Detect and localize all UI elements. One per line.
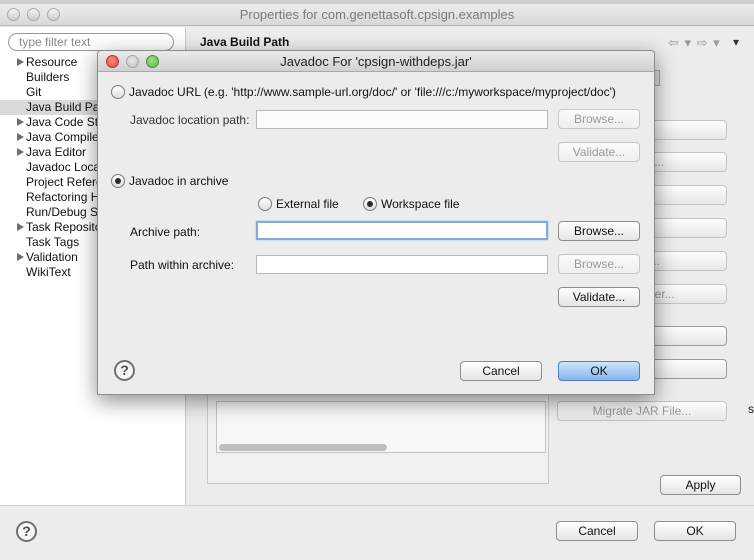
external-file-option[interactable]: External file [258,197,339,211]
tree-item-label: Java Compiler [26,130,103,144]
javadoc-url-radio[interactable] [111,85,125,99]
window-ok-button[interactable]: OK [654,521,736,541]
expand-triangle-icon[interactable] [17,148,24,156]
window-titlebar: Properties for com.genettasoft.cpsign.ex… [0,4,754,26]
horizontal-scrollbar[interactable] [219,444,387,451]
filter-input[interactable]: type filter text [8,33,174,51]
tree-item-label: Git [26,85,42,99]
location-validate-button[interactable]: Validate... [558,142,640,162]
migrate-jar-file-button[interactable]: Migrate JAR File... [557,401,727,421]
tree-item-label: Run/Debug S [26,205,99,219]
javadoc-url-label: Javadoc URL (e.g. 'http://www.sample-url… [129,85,616,99]
path-within-browse-button[interactable]: Browse... [558,254,640,274]
archive-validate-button[interactable]: Validate... [558,287,640,307]
apply-button[interactable]: Apply [660,475,741,495]
archive-path-label: Archive path: [130,225,201,239]
dialog-cancel-button[interactable]: Cancel [460,361,542,381]
tree-item-label: Validation [26,250,78,264]
window-title: Properties for com.genettasoft.cpsign.ex… [239,7,515,22]
expand-triangle-icon[interactable] [17,223,24,231]
tree-item-label: Resource [26,55,78,69]
dialog-titlebar: Javadoc For 'cpsign-withdeps.jar' [98,51,654,72]
expand-triangle-icon[interactable] [17,58,24,66]
archive-path-field[interactable] [256,221,548,240]
javadoc-dialog: Javadoc For 'cpsign-withdeps.jar' Javado… [97,50,655,395]
dialog-title: Javadoc For 'cpsign-withdeps.jar' [280,54,472,69]
tree-item-label: Task Reposito [26,220,102,234]
workspace-file-radio[interactable] [363,197,377,211]
javadoc-url-option[interactable]: Javadoc URL (e.g. 'http://www.sample-url… [111,85,616,99]
tree-item-label: Java Code Sty [26,115,105,129]
window-cancel-button[interactable]: Cancel [556,521,638,541]
view-menu-chevron-icon[interactable]: ▾ [733,35,739,49]
path-within-archive-field[interactable] [256,255,548,274]
clipped-label-fragment: s [748,402,754,416]
tree-item-label: Java Editor [26,145,87,159]
expand-triangle-icon[interactable] [17,118,24,126]
dialog-ok-button[interactable]: OK [558,361,640,381]
external-file-label: External file [276,197,339,211]
page-title: Java Build Path [200,35,290,49]
external-file-radio[interactable] [258,197,272,211]
workspace-file-label: Workspace file [381,197,460,211]
tree-item-label: Builders [26,70,70,84]
tree-item-label: Project Refere [26,175,103,189]
dialog-help-icon[interactable]: ? [114,360,135,381]
location-browse-button[interactable]: Browse... [558,109,640,129]
path-within-archive-label: Path within archive: [130,258,235,272]
javadoc-archive-option[interactable]: Javadoc in archive [111,174,228,188]
classpath-list [216,401,546,453]
tree-item-label: Task Tags [26,235,80,249]
javadoc-archive-radio[interactable] [111,174,125,188]
archive-browse-button[interactable]: Browse... [558,221,640,241]
tree-item-label: WikiText [26,265,71,279]
tree-item-label: Refactoring H [26,190,100,204]
expand-triangle-icon[interactable] [17,253,24,261]
help-icon[interactable]: ? [16,521,37,542]
workspace-file-option[interactable]: Workspace file [363,197,459,211]
tree-item-label: Javadoc Locat [26,160,104,174]
expand-triangle-icon[interactable] [17,133,24,141]
back-forward-arrows-icon[interactable]: ⇦ ▾ ⇨ ▾ [668,35,721,51]
tree-item-label: Java Build Pat [26,100,103,114]
location-path-label: Javadoc location path: [130,113,250,127]
javadoc-archive-label: Javadoc in archive [129,174,229,188]
location-path-field[interactable] [256,110,548,129]
window-button-bar: ? Cancel OK [0,505,754,560]
